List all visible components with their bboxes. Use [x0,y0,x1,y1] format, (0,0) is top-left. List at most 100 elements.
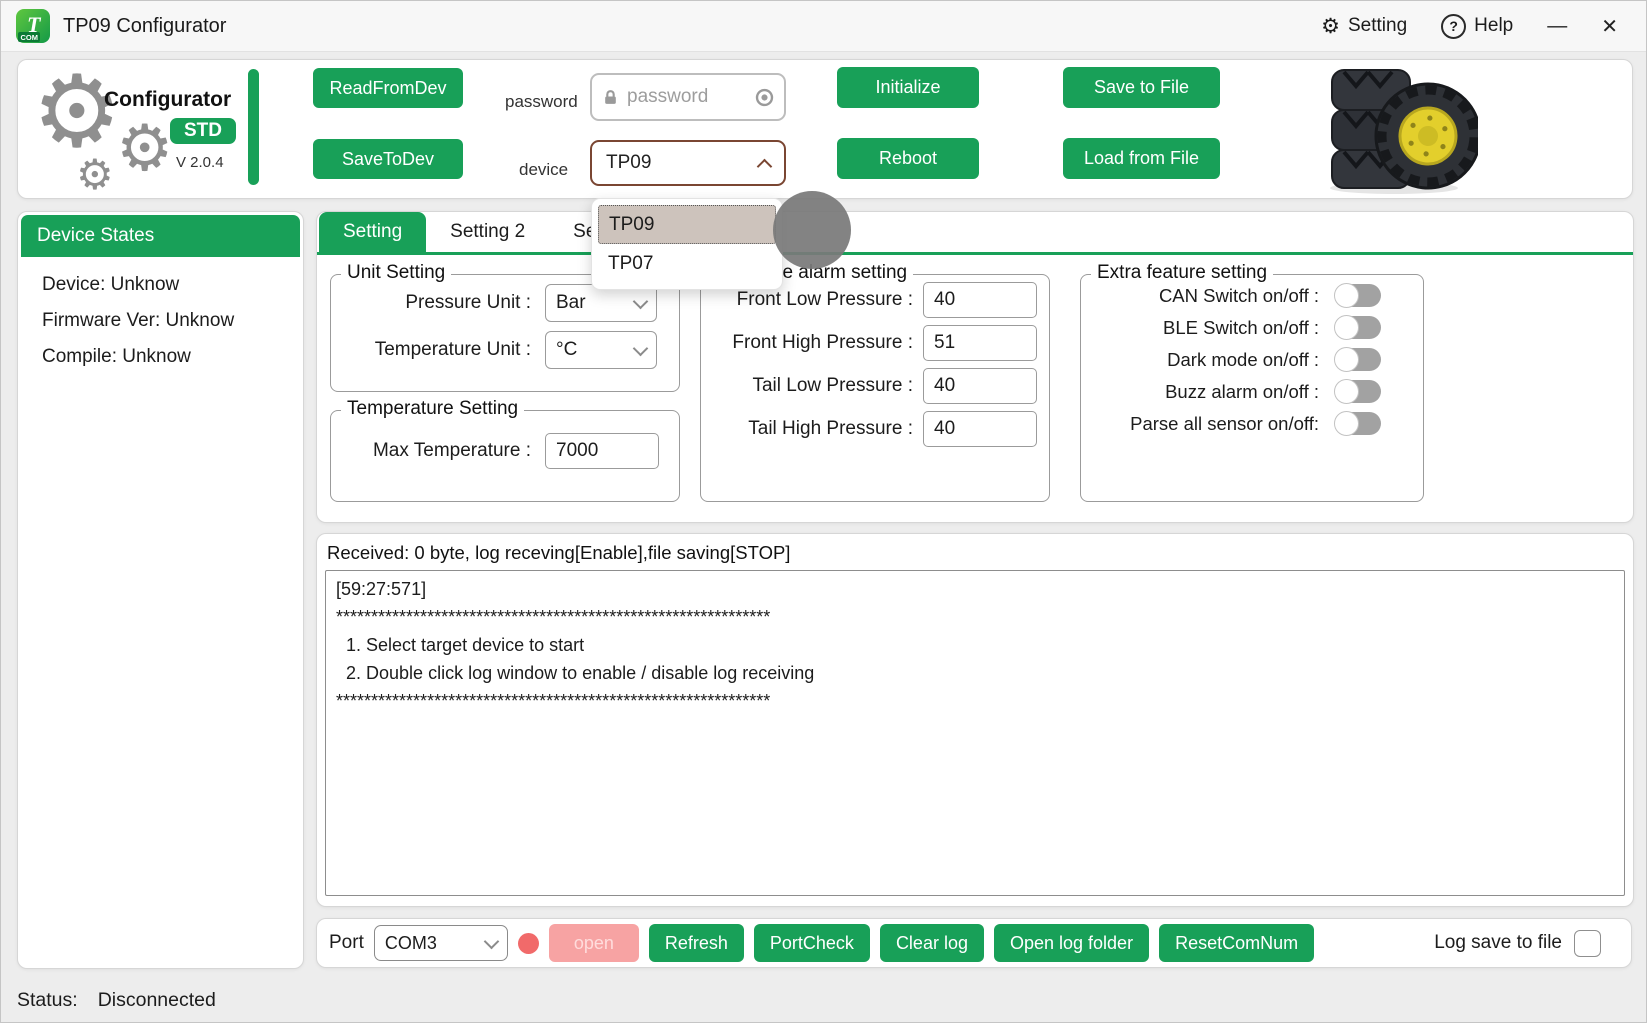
front-high-pressure-label: Front High Pressure : [701,332,913,354]
device-dropdown[interactable]: TP09 [590,140,786,186]
open-log-folder-button[interactable]: Open log folder [994,924,1149,962]
temperature-unit-label: Temperature Unit : [331,339,531,361]
pressure-alarm-group: Pressure alarm setting Front Low Pressur… [700,274,1050,502]
log-line: [59:27:571] [336,579,426,599]
app-window: T COM TP09 Configurator ⚙ Setting ? Help… [0,0,1647,1023]
device-states-panel: Device States Device: Unknow Firmware Ve… [17,211,304,969]
dark-mode-toggle[interactable] [1335,348,1381,371]
temperature-unit-select[interactable]: °C [545,331,657,369]
buzz-alarm-label: Buzz alarm on/off : [1081,381,1319,403]
load-from-file-button[interactable]: Load from File [1063,138,1220,179]
port-bar: Port COM3 open Refresh PortCheck Clear l… [316,918,1632,968]
log-status-header: Received: 0 byte, log receving[Enable],f… [327,542,790,564]
temperature-setting-title: Temperature Setting [341,398,524,420]
password-placeholder: password [627,86,747,108]
titlebar-setting-label: Setting [1348,15,1407,37]
eye-visibility-icon[interactable] [755,88,774,107]
port-check-button[interactable]: PortCheck [754,924,870,962]
app-logo-icon: T COM [15,8,51,44]
log-save-to-file-checkbox[interactable] [1574,930,1601,957]
initialize-button[interactable]: Initialize [837,67,979,108]
device-state-row: Compile: Unknow [18,332,303,368]
tab-setting-2[interactable]: Setting 2 [426,212,549,252]
chevron-down-icon [484,933,500,949]
device-option-tp09[interactable]: TP09 [598,205,776,244]
titlebar-help-button[interactable]: ? Help [1441,14,1513,39]
std-badge: STD [170,118,236,144]
port-select[interactable]: COM3 [374,925,508,961]
log-save-to-file-label: Log save to file [1434,932,1562,954]
ble-switch-toggle[interactable] [1335,316,1381,339]
dark-mode-label: Dark mode on/off : [1081,349,1319,371]
password-label: password [505,92,578,112]
gear-icon: ⚙ [1321,16,1340,37]
max-temperature-input[interactable]: 7000 [545,433,659,469]
version-label: V 2.0.4 [176,154,224,171]
device-label: device [519,160,568,180]
tail-low-pressure-label: Tail Low Pressure : [701,375,913,397]
temperature-unit-value: °C [556,339,635,361]
help-icon: ? [1441,14,1466,39]
device-dropdown-value: TP09 [606,152,759,174]
log-panel: Received: 0 byte, log receving[Enable],f… [316,533,1634,907]
front-low-pressure-input[interactable]: 40 [923,282,1037,318]
chevron-up-icon [757,158,773,174]
titlebar-setting-button[interactable]: ⚙ Setting [1321,15,1407,37]
log-line: ****************************************… [336,607,770,627]
tail-high-pressure-input[interactable]: 40 [923,411,1037,447]
reboot-button[interactable]: Reboot [837,138,979,179]
svg-text:COM: COM [21,33,39,42]
tires-image [1306,62,1478,196]
device-states-header: Device States [21,215,300,257]
parse-all-sensor-toggle[interactable] [1335,412,1381,435]
save-to-file-button[interactable]: Save to File [1063,67,1220,108]
status-bar: Status: Disconnected [17,989,216,1012]
temperature-setting-group: Temperature Setting Max Temperature : 70… [330,410,680,502]
chevron-down-icon [633,293,649,309]
close-button[interactable]: ✕ [1601,14,1618,39]
tab-underline [317,252,1633,255]
refresh-button[interactable]: Refresh [649,924,744,962]
save-to-dev-button[interactable]: SaveToDev [313,139,463,179]
extra-feature-group: Extra feature setting CAN Switch on/off … [1080,274,1424,502]
log-line: 1. Select target device to start [336,635,584,655]
clear-log-button[interactable]: Clear log [880,924,984,962]
tail-high-pressure-label: Tail High Pressure : [701,418,913,440]
log-window[interactable]: [59:27:571] ****************************… [325,570,1625,896]
window-title: TP09 Configurator [63,15,226,38]
unit-setting-title: Unit Setting [341,262,451,284]
unit-setting-group: Unit Setting Pressure Unit : Bar Tempera… [330,274,680,392]
log-line: 2. Double click log window to enable / d… [336,663,814,683]
divider [248,69,259,185]
device-state-row: Device: Unknow [18,260,303,296]
can-switch-toggle[interactable] [1335,284,1381,307]
tab-setting[interactable]: Setting [319,212,426,252]
touch-cursor-indicator [773,191,851,269]
device-state-row: Firmware Ver: Unknow [18,296,303,332]
pressure-unit-value: Bar [556,292,635,314]
brand-name: Configurator [104,88,231,112]
password-input[interactable]: password [590,73,786,121]
front-high-pressure-input[interactable]: 51 [923,325,1037,361]
parse-all-sensor-label: Parse all sensor on/off: [1081,413,1319,435]
titlebar-help-label: Help [1474,15,1513,37]
chevron-down-icon [633,340,649,356]
extra-feature-title: Extra feature setting [1091,262,1273,284]
read-from-dev-button[interactable]: ReadFromDev [313,68,463,108]
log-line: ****************************************… [336,691,770,711]
toolbar-panel: ⚙⚙⚙ Configurator STD V 2.0.4 ReadFromDev… [17,59,1633,199]
connection-status-dot [518,933,539,954]
max-temperature-label: Max Temperature : [331,440,531,462]
buzz-alarm-toggle[interactable] [1335,380,1381,403]
status-value: Disconnected [98,989,216,1012]
open-port-button[interactable]: open [549,924,639,962]
minimize-button[interactable]: — [1547,15,1567,38]
reset-com-num-button[interactable]: ResetComNum [1159,924,1314,962]
device-dropdown-popup: TP09 TP07 [591,198,783,290]
gears-logo-icon: ⚙⚙⚙ [24,60,174,198]
device-option-tp07[interactable]: TP07 [598,244,776,283]
tail-low-pressure-input[interactable]: 40 [923,368,1037,404]
front-low-pressure-label: Front Low Pressure : [701,289,913,311]
port-label: Port [329,932,364,954]
status-label: Status: [17,989,78,1012]
